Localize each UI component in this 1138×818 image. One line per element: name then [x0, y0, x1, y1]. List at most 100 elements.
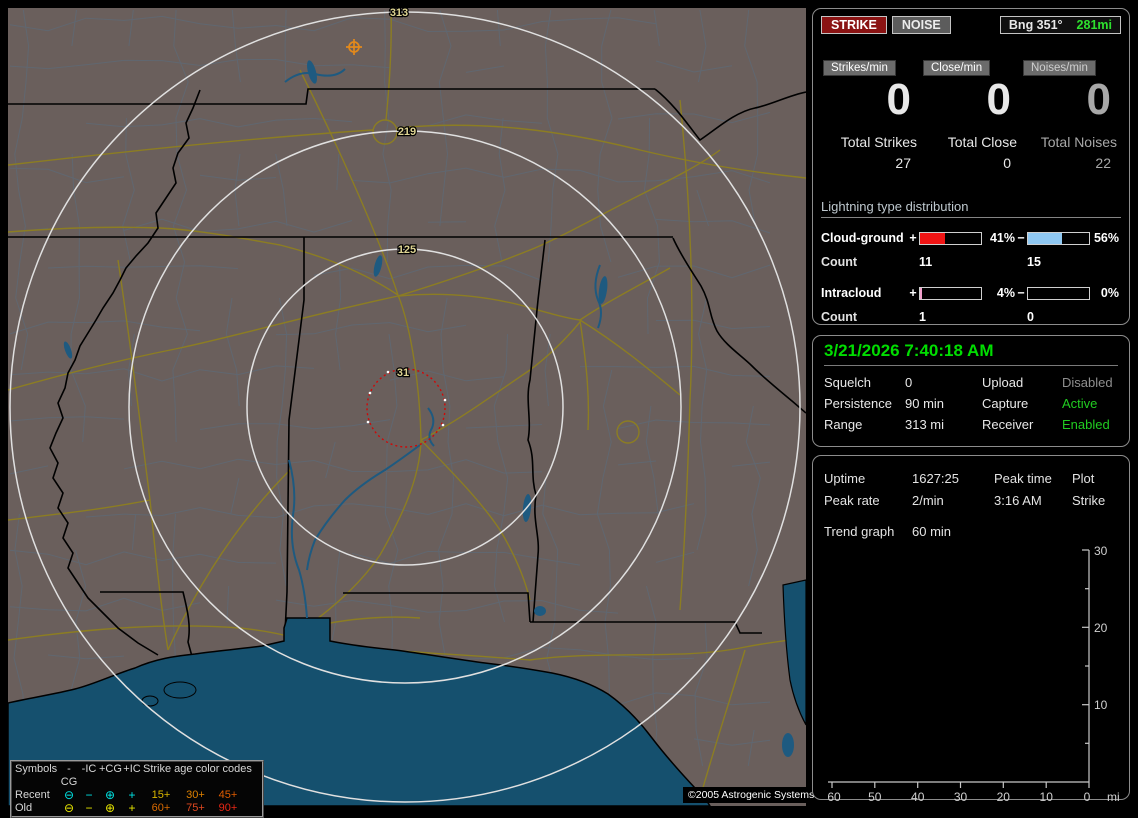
- y-tick-20: 20: [1094, 621, 1108, 635]
- squelch-row: Squelch 0 Upload Disabled: [824, 375, 1118, 390]
- ring-label-125: 125: [398, 244, 416, 256]
- cloud-ground-row: Cloud-ground + 41% − 56%: [821, 231, 1121, 245]
- bearing-value: Bng 351°: [1008, 18, 1063, 32]
- strikes-per-min-chip: Strikes/min: [823, 60, 896, 76]
- bearing-distance: 281mi: [1076, 18, 1112, 32]
- y-tick-30: 30: [1094, 544, 1108, 558]
- capture-status: Active: [1062, 396, 1098, 411]
- plot-mode-value: Strike: [1072, 493, 1106, 508]
- strikes-per-min-value: 0: [886, 75, 911, 124]
- uptime-value: 1627:25: [912, 471, 959, 486]
- x-tick-40: 40: [911, 790, 925, 804]
- legend-age-header: Strike age color codes: [143, 763, 252, 775]
- trend-y-labels: 30 20 10: [1094, 544, 1108, 712]
- legend-col-neg-cg: -CG: [60, 763, 78, 788]
- circled-plus-icon: ⊕: [104, 801, 116, 815]
- legend-col-pos-cg: +CG: [99, 763, 122, 775]
- cg-negative-bar: [1027, 231, 1090, 245]
- uptime-label: Uptime: [824, 471, 866, 486]
- trend-graph-label: Trend graph: [824, 524, 895, 539]
- noises-per-min-chip: Noises/min: [1023, 60, 1096, 76]
- cg-positive-pct: 41%: [989, 231, 1015, 245]
- trend-graph-row: Trend graph 60 min: [824, 524, 1118, 539]
- ring-label-313: 313: [390, 8, 408, 19]
- plus-sign: +: [909, 231, 917, 245]
- peak-rate-value: 2/min: [912, 493, 944, 508]
- squelch-label: Squelch: [824, 375, 871, 390]
- map-canvas: 313 219 125 31: [8, 8, 806, 806]
- close-per-min-chip: Close/min: [923, 60, 991, 76]
- x-tick-10: 10: [1040, 790, 1054, 804]
- minus-sign: −: [1017, 231, 1025, 245]
- status-panel: 3/21/2026 7:40:18 AM Squelch 0 Upload Di…: [812, 335, 1130, 447]
- ic-positive-bar: [919, 286, 982, 300]
- total-noises-label: Total Noises: [1040, 134, 1117, 150]
- cg-negative-pct: 56%: [1093, 231, 1119, 245]
- squelch-value: 0: [905, 375, 913, 390]
- age-code-90: 90+: [218, 802, 238, 814]
- y-tick-10: 10: [1094, 698, 1108, 712]
- map-display[interactable]: 313 219 125 31 Symbols -CG -IC +CG +IC S…: [8, 8, 820, 818]
- trend-axes: [828, 549, 1090, 788]
- range-value: 313 mi: [905, 417, 945, 432]
- ic-negative-pct: 0%: [1100, 286, 1119, 300]
- x-tick-50: 50: [868, 790, 882, 804]
- trend-panel: Uptime 1627:25 Peak time Plot Peak rate …: [812, 455, 1130, 804]
- intracloud-count-row: Count 1 0: [821, 310, 1121, 324]
- ring-label-219: 219: [398, 126, 416, 138]
- total-strikes-value: 27: [895, 155, 911, 171]
- noises-per-min-value: 0: [1086, 75, 1111, 124]
- strikes-counter-column: Strikes/min 0 Total Strikes 27: [821, 60, 921, 171]
- total-strikes-label: Total Strikes: [840, 134, 917, 150]
- age-code-75: 75+: [186, 802, 205, 814]
- cg-positive-bar: [919, 231, 982, 245]
- upload-status: Disabled: [1062, 375, 1113, 390]
- x-tick-60: 60: [827, 790, 841, 804]
- age-code-60: 60+: [151, 802, 171, 814]
- minus-sign: −: [1017, 286, 1025, 300]
- trend-x-labels: 60 50 40 30 20 10 0 min: [827, 790, 1126, 804]
- cloud-ground-label: Cloud-ground: [821, 231, 904, 245]
- persistence-label: Persistence: [824, 396, 892, 411]
- age-code-15: 15+: [151, 789, 171, 801]
- ic-positive-count: 1: [919, 310, 926, 324]
- ring-label-31: 31: [397, 367, 409, 379]
- capture-label: Capture: [982, 396, 1029, 411]
- intracloud-row: Intracloud + 4% − 0%: [821, 286, 1121, 300]
- count-label: Count: [821, 255, 858, 269]
- close-counter-column: Close/min 0 Total Close 0: [921, 60, 1021, 171]
- count-label: Count: [821, 310, 858, 324]
- total-close-value: 0: [1003, 155, 1011, 171]
- minus-icon: −: [85, 801, 93, 815]
- intracloud-label: Intracloud: [821, 286, 882, 300]
- ic-negative-bar: [1027, 286, 1090, 300]
- legend-symbols-header: Symbols: [15, 763, 58, 775]
- sidebar: STRIKE NOISE Bng 351° 281mi Strikes/min …: [812, 8, 1130, 804]
- legend-col-neg-ic: -IC: [81, 763, 97, 775]
- persistence-row: Persistence 90 min Capture Active: [824, 396, 1118, 411]
- peak-rate-label: Peak rate: [824, 493, 880, 508]
- ic-positive-bar-fill: [920, 287, 923, 299]
- noise-mode-button[interactable]: NOISE: [891, 16, 951, 34]
- age-code-45: 45+: [218, 789, 238, 801]
- strike-mode-button[interactable]: STRIKE: [821, 16, 887, 34]
- strike-counter-panel: STRIKE NOISE Bng 351° 281mi Strikes/min …: [812, 8, 1130, 325]
- cloud-ground-count-row: Count 11 15: [821, 255, 1121, 269]
- x-tick-20: 20: [997, 790, 1011, 804]
- mode-row: STRIKE NOISE Bng 351° 281mi: [821, 16, 1121, 34]
- close-per-min-value: 0: [986, 75, 1011, 124]
- legend-col-pos-ic: +IC: [123, 763, 141, 775]
- total-noises-value: 22: [1095, 155, 1111, 171]
- bearing-readout: Bng 351° 281mi: [999, 16, 1121, 34]
- trend-graph-window: 60 min: [912, 524, 952, 539]
- cg-positive-count: 11: [919, 255, 933, 269]
- receiver-status: Enabled: [1062, 417, 1110, 432]
- symbol-legend: Symbols -CG -IC +CG +IC Strike age color…: [10, 760, 264, 818]
- range-row: Range 313 mi Receiver Enabled: [824, 417, 1118, 432]
- cg-negative-count: 15: [1027, 255, 1041, 269]
- noises-counter-column: Noises/min 0 Total Noises 22: [1021, 60, 1121, 171]
- rate-counters: Strikes/min 0 Total Strikes 27 Close/min…: [821, 60, 1121, 171]
- uptime-row: Uptime 1627:25 Peak time Plot: [824, 471, 1118, 486]
- x-tick-0: 0: [1084, 790, 1091, 804]
- persistence-value: 90 min: [905, 396, 945, 411]
